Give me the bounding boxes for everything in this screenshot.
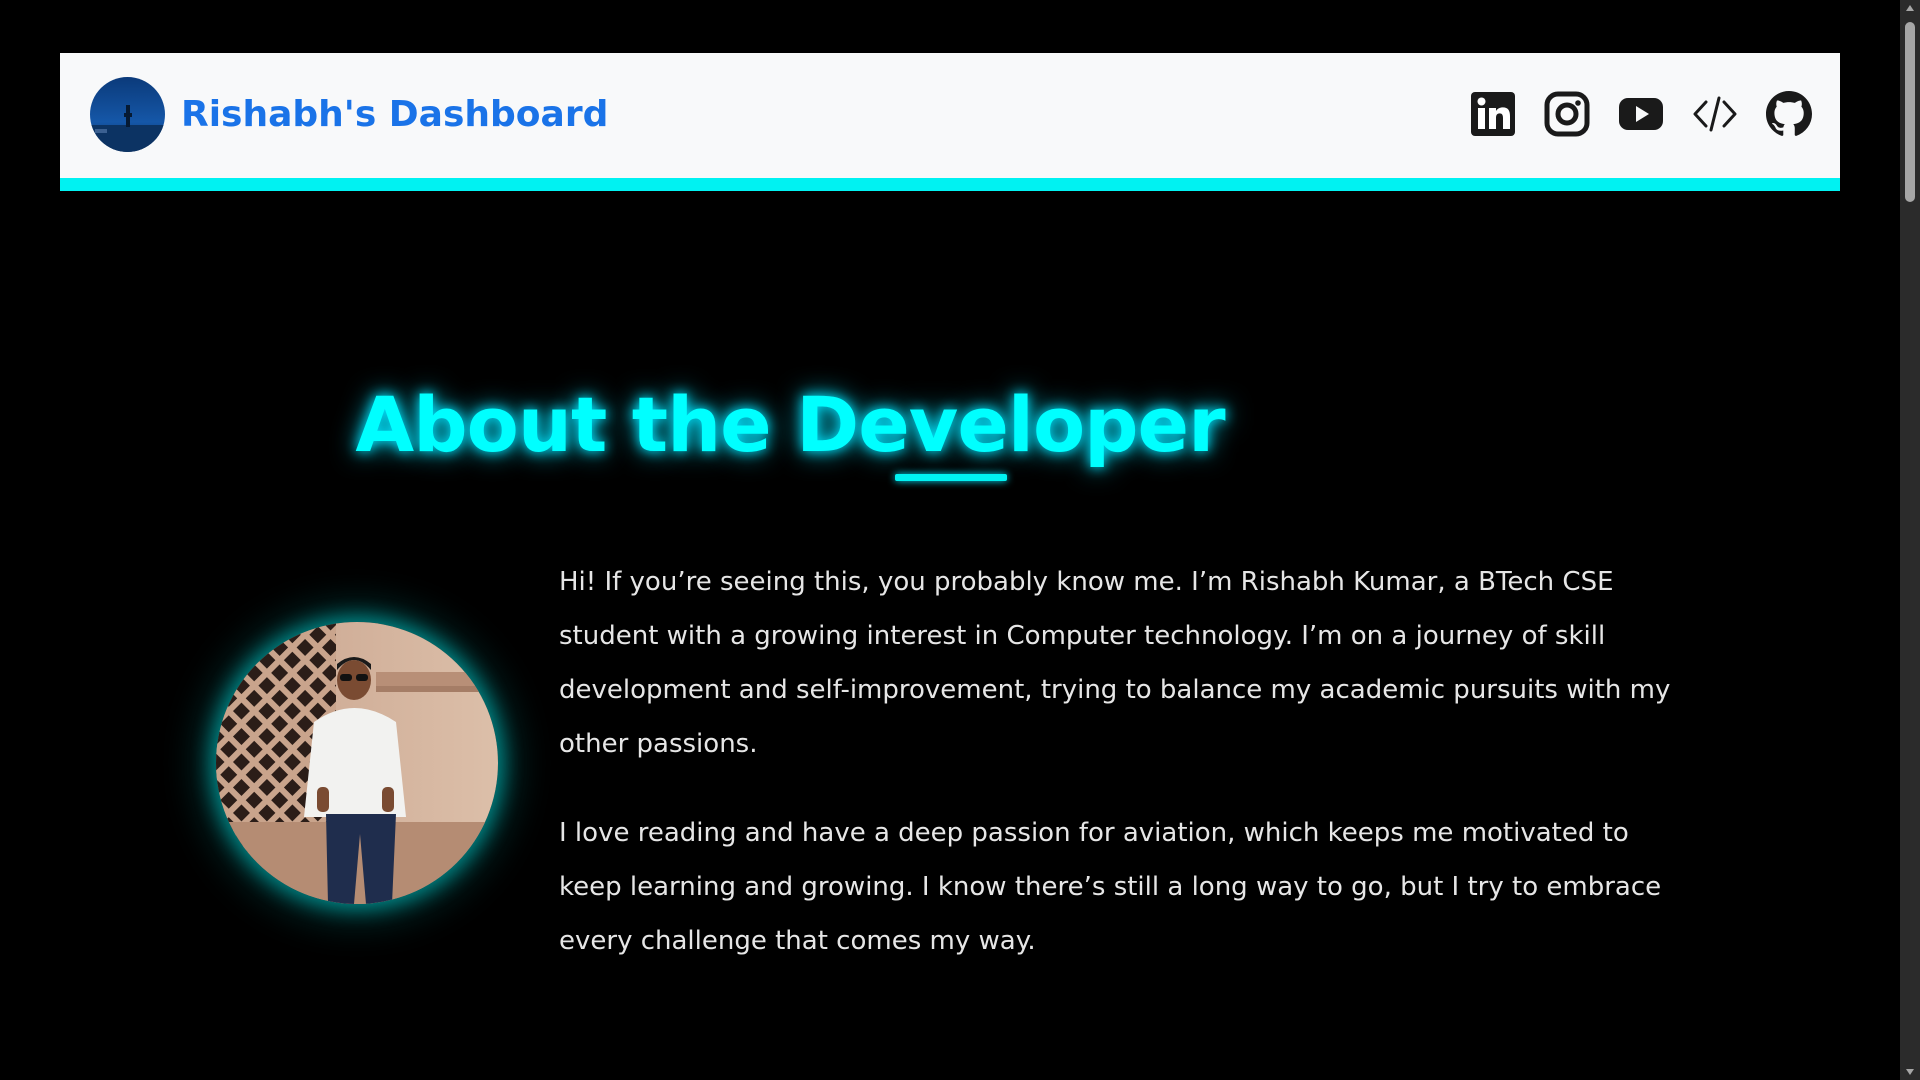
github-link[interactable] — [1766, 91, 1812, 137]
brand-link[interactable]: Rishabh's Dashboard — [90, 77, 608, 152]
vertical-scrollbar[interactable] — [1900, 0, 1920, 1080]
about-heading-wrap: About the Developer — [0, 380, 1900, 469]
page: Rishabh's Dashboard About the Developer … — [0, 0, 1900, 1080]
youtube-link[interactable] — [1618, 91, 1664, 137]
brand-logo — [90, 77, 165, 152]
instagram-icon — [1544, 91, 1590, 137]
heading-underline — [895, 474, 1007, 481]
bio-paragraph: Hi! If you’re seeing this, you probably … — [559, 567, 1671, 759]
scroll-up-icon[interactable] — [1900, 0, 1920, 16]
code-icon — [1693, 96, 1737, 132]
instagram-link[interactable] — [1544, 91, 1590, 137]
brand-name: Rishabh's Dashboard — [181, 94, 609, 135]
youtube-icon — [1619, 98, 1663, 130]
linkedin-icon — [1471, 92, 1515, 136]
scrollbar-thumb[interactable] — [1905, 22, 1915, 202]
social-links — [1470, 91, 1812, 137]
about-bio: Hi! If you’re seeing this, you probably … — [559, 555, 1699, 1003]
bio-paragraph: I love reading and have a deep passion f… — [559, 818, 1662, 956]
about-heading: About the Developer — [355, 380, 1225, 469]
github-icon — [1766, 91, 1812, 136]
scroll-down-icon[interactable] — [1900, 1064, 1920, 1080]
navbar: Rishabh's Dashboard — [60, 53, 1840, 191]
developer-photo — [216, 622, 498, 904]
linkedin-link[interactable] — [1470, 91, 1516, 137]
code-link[interactable] — [1692, 91, 1738, 137]
